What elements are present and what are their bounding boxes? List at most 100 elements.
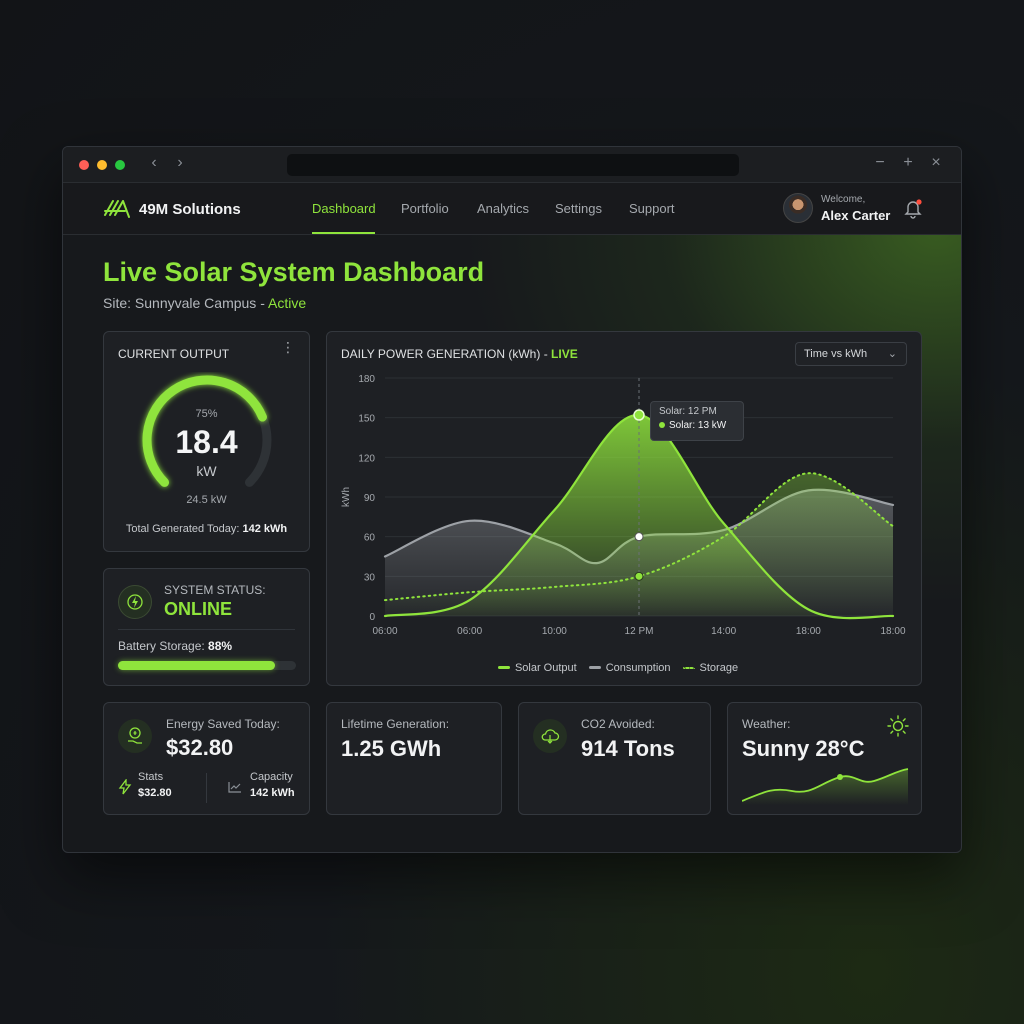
y-tick-label: 60: [364, 533, 376, 544]
lifetime-generation-card: Lifetime Generation: 1.25 GWh: [326, 702, 502, 815]
lifetime-label: Lifetime Generation:: [341, 717, 450, 731]
weather-card: Weather: Sunny 28°C: [727, 702, 922, 815]
battery-bar-fill: [118, 661, 275, 670]
stats-value: $32.80: [138, 787, 172, 799]
system-status-value: ONLINE: [164, 599, 233, 619]
system-status-label: SYSTEM STATUS:: [164, 583, 266, 597]
x-tick-label: 18:00: [796, 626, 821, 637]
title-bar: ‹ › − + ×: [63, 147, 961, 183]
power-chart-card: DAILY POWER GENERATION (kWh) - LIVE Time…: [326, 331, 922, 686]
maximize-window-button[interactable]: [115, 160, 125, 170]
live-badge: LIVE: [551, 347, 578, 361]
bell-icon[interactable]: [903, 197, 923, 219]
legend-label: Storage: [699, 662, 739, 674]
battery-value: 88%: [208, 639, 233, 653]
energy-saved-value: $32.80: [166, 735, 234, 760]
brand[interactable]: 49M Solutions: [103, 197, 241, 221]
co2-avoided-card: CO2 Avoided: 914 Tons: [518, 702, 711, 815]
chart-canvas: 0 30 60 90 120 150 180 kWh 06:00 06:00 10:00 12 PM 1…: [341, 374, 906, 637]
chart-range-dropdown[interactable]: Time vs kWh ⌄: [795, 342, 907, 366]
battery-bar: [118, 661, 296, 670]
storage-marker: [634, 571, 644, 581]
cloud-leaf-icon: [533, 719, 567, 753]
legend-item[interactable]: Consumption: [588, 661, 671, 674]
sun-icon: [887, 715, 909, 737]
current-output-card: CURRENT OUTPUT ⋮ 75% 18.4 kW 24.5 kW Tot…: [103, 331, 310, 552]
legend-swatch: [497, 666, 510, 669]
chevron-down-icon: ⌄: [887, 348, 897, 360]
legend-item[interactable]: Solar Output: [497, 661, 577, 674]
y-tick-label: 120: [358, 453, 375, 464]
forward-icon[interactable]: ›: [171, 154, 189, 172]
address-bar[interactable]: [287, 154, 739, 176]
user-name: Alex Carter: [821, 208, 891, 223]
legend-swatch: [682, 667, 695, 669]
legend-item[interactable]: Storage: [682, 662, 739, 674]
chart-legend: Solar Output Consumption Storage: [327, 656, 921, 674]
legend-label: Consumption: [605, 661, 671, 674]
tooltip-dot: [659, 422, 665, 428]
output-value: 18.4: [175, 424, 238, 460]
site-status: Active: [267, 295, 307, 311]
solar-marker: [633, 409, 645, 421]
x-tick-label: 14:00: [711, 626, 736, 637]
battery-label: Battery Storage:: [118, 639, 209, 653]
minimize-window-button[interactable]: [97, 160, 107, 170]
legend-label: Solar Output: [514, 661, 577, 674]
chart-tooltip: Solar: 12 PM Solar: 13 kW: [650, 401, 744, 441]
site-name: Site: Sunnyvale Campus -: [103, 295, 268, 311]
total-generated-label: Total Generated Today:: [125, 523, 243, 535]
welcome-label: Welcome,: [821, 194, 866, 205]
app-window: ‹ › − + × 49M Solutions Dashboard Portfo…: [62, 146, 962, 853]
trend-icon: [228, 782, 241, 793]
x-tick-label: 06:00: [457, 626, 482, 637]
brand-name: 49M Solutions: [139, 200, 241, 218]
bolt-icon: [118, 585, 152, 619]
logo-icon: [104, 200, 130, 218]
page-title: Live Solar System Dashboard: [103, 257, 485, 287]
total-generated: Total Generated Today: 142 kWh: [104, 523, 309, 535]
bolt-small-icon: [118, 779, 132, 795]
back-icon[interactable]: ‹: [145, 154, 163, 172]
nav-analytics[interactable]: Analytics: [477, 201, 529, 216]
lifetime-value: 1.25 GWh: [341, 736, 442, 761]
capacity-value: 142 kWh: [250, 787, 295, 799]
nav-settings[interactable]: Settings: [555, 201, 602, 216]
weather-sparkline: [742, 768, 909, 805]
nav-portfolio[interactable]: Portfolio: [401, 201, 449, 216]
current-output-title: CURRENT OUTPUT: [118, 347, 230, 361]
capacity-label: Capacity: [250, 771, 293, 783]
active-nav-indicator: [312, 232, 375, 234]
close-window-button[interactable]: [79, 160, 89, 170]
co2-value: 914 Tons: [581, 736, 675, 761]
co2-label: CO2 Avoided:: [581, 717, 655, 731]
stats-label: Stats: [138, 771, 164, 783]
weather-label: Weather:: [742, 717, 791, 731]
top-navbar: 49M Solutions Dashboard Portfolio Analyt…: [63, 183, 961, 235]
avatar[interactable]: [783, 193, 813, 223]
legend-swatch: [588, 666, 601, 669]
minimize-icon[interactable]: −: [871, 154, 889, 172]
y-tick-label: 180: [358, 374, 375, 385]
y-tick-label: 0: [369, 612, 375, 623]
tooltip-time: Solar: 12 PM: [659, 406, 717, 417]
total-generated-value: 142 kWh: [242, 523, 288, 535]
energy-saved-card: Energy Saved Today: $32.80 Stats $32.80 …: [103, 702, 310, 815]
tooltip-value-text: Solar: 13 kW: [669, 420, 727, 431]
stats-divider: [206, 773, 207, 803]
status-divider: [118, 629, 295, 630]
close-icon[interactable]: ×: [927, 154, 945, 172]
chart-title: DAILY POWER GENERATION (kWh) - LIVE: [341, 347, 578, 361]
consumption-marker: [634, 532, 644, 542]
output-percent: 75%: [195, 408, 218, 420]
system-status-card: SYSTEM STATUS: ONLINE Battery Storage: 8…: [103, 568, 310, 686]
more-options-icon[interactable]: ⋮: [281, 340, 295, 354]
new-tab-icon[interactable]: +: [899, 154, 917, 172]
nav-dashboard[interactable]: Dashboard: [312, 201, 376, 216]
y-tick-label: 150: [358, 414, 375, 425]
y-tick-label: 30: [364, 572, 376, 583]
output-unit: kW: [196, 463, 217, 479]
y-tick-label: 90: [364, 493, 376, 504]
nav-support[interactable]: Support: [629, 201, 675, 216]
tooltip-value: Solar: 13 kW: [659, 420, 735, 431]
